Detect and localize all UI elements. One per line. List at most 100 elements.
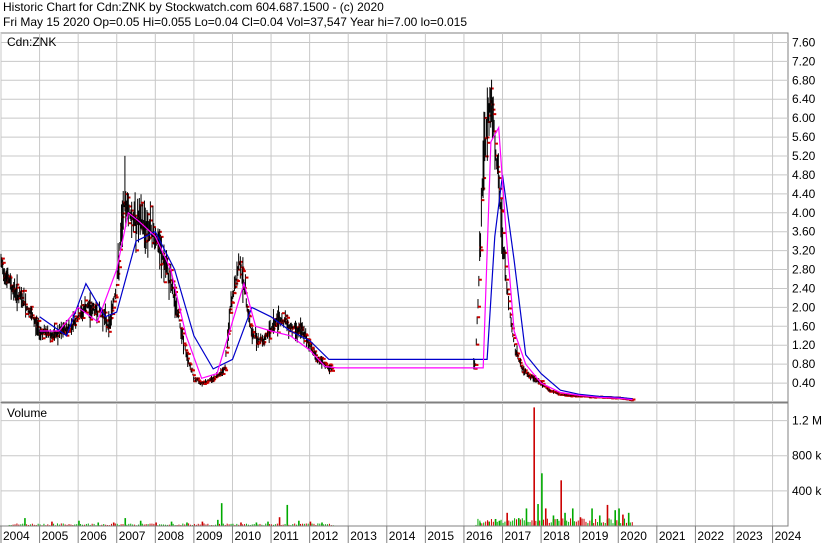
year-tick-label: 2018 [543,529,570,543]
volume-bar-minor [514,518,516,526]
year-tick-label: 2015 [427,529,454,543]
volume-bar [579,517,582,526]
year-tick-label: 2010 [234,529,261,543]
volume-bar [97,522,100,526]
year-tick-label: 2009 [196,529,223,543]
year-axis-labels: 2004 2005 2006 2007 2008 2009 2010 2011 2012 2013… [0,525,802,543]
volume-bar [552,515,555,526]
volume-bar-minor [504,521,506,526]
price-tick-label: 6.00 [792,111,816,125]
price-tick-label: 2.00 [792,300,816,314]
volume-bar [24,518,26,526]
volume-panel-title: Volume [7,406,47,420]
volume-bar [124,518,127,526]
volume-bar [298,520,300,526]
volume-bar-minor [483,522,485,526]
volume-bar-minor [529,522,531,526]
price-tick-label: 5.60 [792,130,816,144]
volume-bar [186,522,188,526]
price-panel-frame [0,32,789,403]
volume-bar-minor [512,520,514,526]
volume-bar-minor [527,521,529,526]
volume-bar [494,518,497,526]
volume-bar [517,518,520,526]
year-tick-label: 2013 [350,529,377,543]
volume-bar [614,510,616,526]
price-tick-label: 7.20 [792,54,816,68]
volume-tick-label: 1.2 M [792,414,822,428]
year-tick-label: 2020 [620,529,647,543]
volume-bar [606,504,609,526]
year-tick-label: 2007 [119,529,146,543]
volume-bar-minor [550,522,552,526]
volume-bar-minor [629,522,631,526]
volume-bar-minor [585,521,587,526]
volume-bar [240,522,242,526]
volume-bar [479,522,481,526]
volume-bar [217,519,219,526]
volume-bar [525,508,528,526]
volume-bar [321,522,323,526]
price-tick-label: 4.00 [792,206,816,220]
price-tick-label: 5.20 [792,149,816,163]
volume-bar-minor [570,518,572,526]
year-tick-label: 2022 [697,529,724,543]
year-tick-label: 2006 [80,529,107,543]
volume-axis-labels: 400 k 800 k 1.2 M [792,414,822,498]
volume-bar-minor [581,518,583,526]
volume-bar-minor [562,518,564,526]
price-tick-label: 1.20 [792,338,816,352]
volume-bar [155,522,157,526]
volume-bar [627,512,630,526]
volume-bar-minor [624,518,626,526]
volume-bar [556,518,559,526]
volume-bar [622,514,624,526]
volume-bar [255,522,258,526]
price-tick-label: 4.40 [792,187,816,201]
volume-bar-minor [510,521,512,526]
volume-bar [598,515,601,526]
price-tick-label: 6.40 [792,92,816,106]
volume-bar [170,521,173,526]
volume-panel-frame [0,402,789,527]
volume-bar-minor [575,521,577,526]
volume-bar [571,508,574,526]
price-tick-label: 2.80 [792,263,816,277]
volume-bar-minor [568,521,570,526]
price-tick-label: 3.20 [792,244,816,258]
volume-bar-minor [597,522,599,526]
historic-chart: 0.40 0.80 1.20 1.60 2.00 2.40 2.80 3.20 3.60 4.00… [0,32,822,543]
volume-bar-minor [490,519,492,526]
volume-tick-label: 400 k [792,484,822,498]
volume-bar [591,508,593,526]
year-tick-label: 2016 [466,529,493,543]
volume-bar [51,521,53,526]
price-tick-label: 4.80 [792,168,816,182]
volume-bar-minor [516,519,518,526]
volume-bar-minor [543,519,545,526]
price-tick-label: 2.40 [792,281,816,295]
year-tick-label: 2011 [273,529,299,543]
volume-bar-minor [492,521,494,526]
volume-tick-label: 800 k [792,449,822,463]
price-tick-label: 6.80 [792,73,816,87]
volume-bar-minor [595,518,597,526]
volume-bar-minor [566,520,568,526]
volume-bar [544,508,547,526]
price-panel-title: Cdn:ZNK [7,35,56,49]
year-tick-label: 2019 [582,529,609,543]
volume-bar [618,508,620,526]
volume-bar-minor [523,520,525,526]
volume-bar [506,512,508,526]
year-tick-label: 2023 [736,529,763,543]
volume-bar [541,473,543,526]
volume-bar-minor [602,522,604,526]
year-tick-label: 2024 [775,529,802,543]
price-tick-label: 3.60 [792,225,816,239]
year-tick-label: 2012 [312,529,339,543]
volume-bar [533,407,535,526]
volume-bar-minor [583,518,585,526]
volume-bar-minor [489,521,491,526]
volume-bar [201,521,204,526]
volume-bar [112,522,115,526]
